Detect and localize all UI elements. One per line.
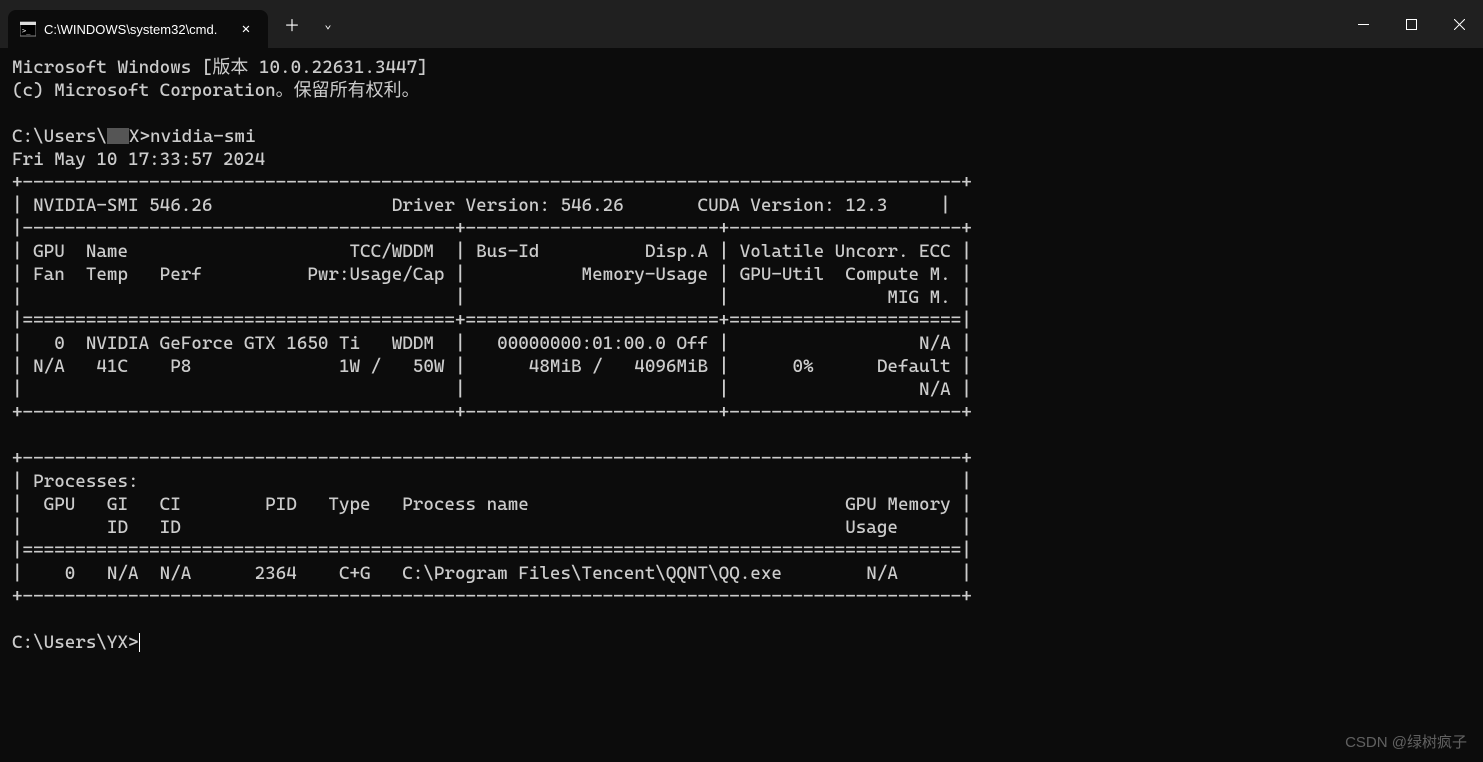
prompt-2: C:\Users\YX> (12, 632, 139, 653)
smi-border: +---------------------------------------… (12, 586, 972, 607)
minimize-button[interactable] (1339, 0, 1387, 48)
smi-processes-header: | ID ID Usage | (12, 517, 972, 538)
smi-sep: |=======================================… (12, 310, 972, 331)
svg-text:>_: >_ (22, 27, 31, 35)
tab-title: C:\WINDOWS\system32\cmd. (44, 22, 228, 37)
redacted-user (107, 128, 129, 144)
smi-header-row: | | | MIG M. | (12, 287, 972, 308)
smi-header-row: | Fan Temp Perf Pwr:Usage/Cap | Memory-U… (12, 264, 972, 285)
nvidia-smi-timestamp: Fri May 10 17:33:57 2024 (12, 149, 265, 170)
smi-gpu-row: | 0 NVIDIA GeForce GTX 1650 Ti WDDM | 00… (12, 333, 972, 354)
cursor (139, 633, 140, 652)
smi-processes-header: | GPU GI CI PID Type Process name GPU Me… (12, 494, 972, 515)
new-tab-button[interactable]: ＋ (274, 6, 310, 42)
smi-border: +---------------------------------------… (12, 172, 972, 193)
smi-gpu-row: | | | N/A | (12, 379, 972, 400)
watermark: CSDN @绿树疯子 (1345, 731, 1467, 752)
prompt-1: C:\Users\X>nvidia-smi (12, 126, 255, 147)
tab-active[interactable]: >_ C:\WINDOWS\system32\cmd. ✕ (8, 10, 268, 48)
cmd-icon: >_ (20, 21, 36, 37)
tab-close-button[interactable]: ✕ (236, 19, 256, 39)
smi-version-row: | NVIDIA-SMI 546.26 Driver Version: 546.… (12, 195, 951, 216)
smi-border: +---------------------------------------… (12, 448, 972, 469)
terminal-output[interactable]: Microsoft Windows [版本 10.0.22631.3447] (… (0, 48, 1483, 662)
smi-header-row: | GPU Name TCC/WDDM | Bus-Id Disp.A | Vo… (12, 241, 972, 262)
titlebar: >_ C:\WINDOWS\system32\cmd. ✕ ＋ ⌄ (0, 0, 1483, 48)
window-controls (1339, 0, 1483, 48)
tab-dropdown-button[interactable]: ⌄ (310, 6, 346, 42)
smi-gpu-row: | N/A 41C P8 1W / 50W | 48MiB / 4096MiB … (12, 356, 972, 377)
smi-processes-title: | Processes: | (12, 471, 972, 492)
smi-sep: |---------------------------------------… (12, 218, 972, 239)
maximize-button[interactable] (1387, 0, 1435, 48)
os-banner-line2: (c) Microsoft Corporation。保留所有权利。 (12, 80, 420, 101)
close-button[interactable] (1435, 0, 1483, 48)
smi-sep: |=======================================… (12, 540, 972, 561)
os-banner-line1: Microsoft Windows [版本 10.0.22631.3447] (12, 57, 428, 78)
smi-border: +---------------------------------------… (12, 402, 972, 423)
smi-process-row: | 0 N/A N/A 2364 C+G C:\Program Files\Te… (12, 563, 972, 584)
